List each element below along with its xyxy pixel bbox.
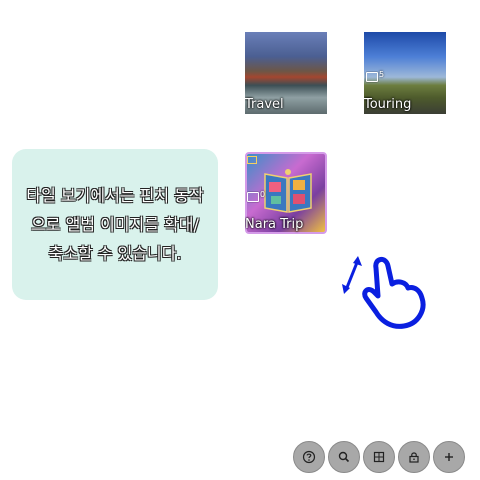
book-illustration-icon <box>264 169 312 213</box>
pinch-zoom-tip: 타일 보기에서는 핀치 동작으로 앨범 이미지를 확대/축소할 수 있습니다. <box>12 149 218 300</box>
grid-view-button[interactable] <box>363 441 395 473</box>
tip-text: 타일 보기에서는 핀치 동작으로 앨범 이미지를 확대/축소할 수 있습니다. <box>26 186 204 263</box>
photo-count: 5 <box>379 70 385 79</box>
add-album-button[interactable] <box>433 441 465 473</box>
bottom-toolbar <box>293 441 465 473</box>
search-icon <box>338 451 350 463</box>
grid-icon <box>373 451 385 463</box>
lock-button[interactable] <box>398 441 430 473</box>
lock-icon <box>247 156 257 164</box>
plus-icon <box>445 453 453 461</box>
help-button[interactable] <box>293 441 325 473</box>
photo-count: 0 <box>260 190 266 199</box>
help-icon <box>302 450 316 464</box>
album-title: Travel <box>245 97 284 112</box>
search-button[interactable] <box>328 441 360 473</box>
album-title: Nara Trip <box>245 217 304 232</box>
pinch-gesture-icon <box>342 256 426 329</box>
album-tile-touring[interactable]: 5 Touring <box>364 32 446 114</box>
album-tile-travel[interactable]: Travel <box>245 32 327 114</box>
album-tile-nara-trip[interactable]: 0 Nara Trip <box>245 152 327 234</box>
photo-count-icon <box>366 72 378 82</box>
album-title: Touring <box>364 97 412 112</box>
photo-count-icon <box>247 192 259 202</box>
lock-icon <box>409 452 419 463</box>
